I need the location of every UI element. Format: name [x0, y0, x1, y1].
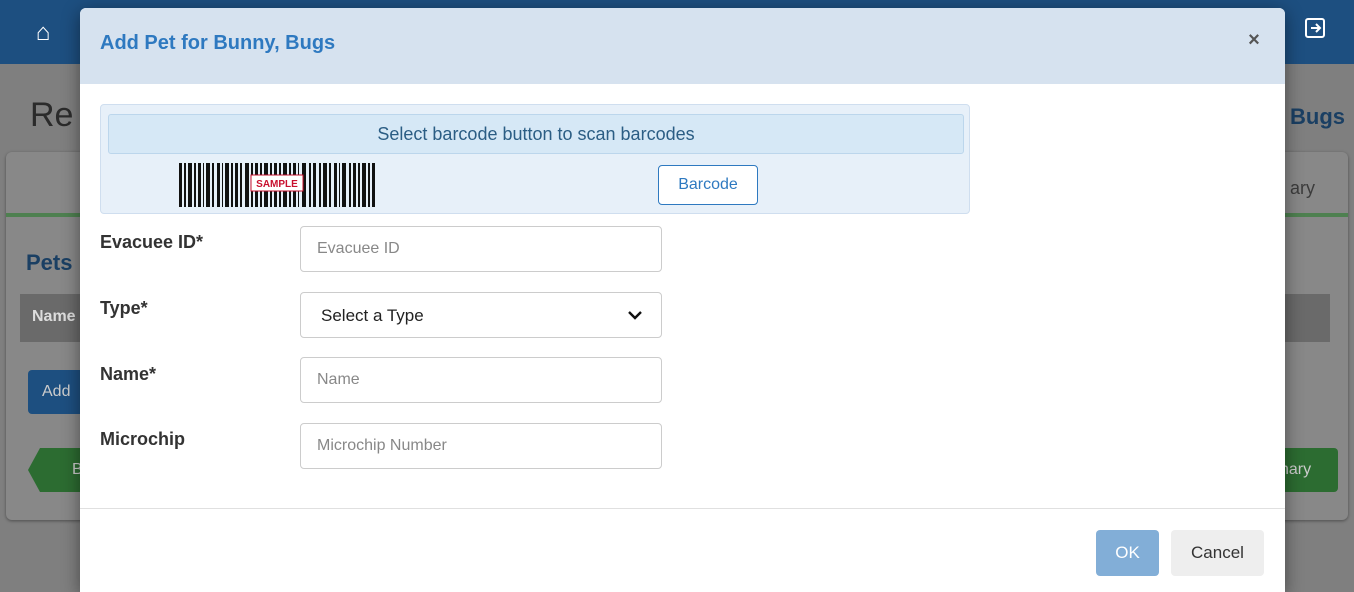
- microchip-label: Microchip: [100, 429, 186, 449]
- exit-icon-svg: [1305, 18, 1325, 38]
- back-button[interactable]: B: [28, 448, 88, 492]
- cancel-button[interactable]: Cancel: [1171, 530, 1264, 576]
- type-label: Type*: [100, 298, 148, 318]
- name-input[interactable]: [300, 357, 662, 403]
- close-icon[interactable]: ×: [1240, 26, 1268, 54]
- add-pet-button[interactable]: Add: [28, 370, 88, 414]
- ok-button[interactable]: OK: [1096, 530, 1159, 576]
- type-select[interactable]: Select a Type: [300, 292, 662, 338]
- dialog-header: Add Pet for Bunny, Bugs ×: [80, 8, 1285, 84]
- home-icon[interactable]: ⌂: [24, 18, 62, 50]
- barcode-instructions: Select barcode button to scan barcodes: [108, 114, 964, 154]
- pets-heading: Pets: [26, 250, 73, 275]
- barcode-sample-label: SAMPLE: [256, 179, 298, 190]
- footer-divider: [80, 508, 1285, 509]
- barcode-button[interactable]: Barcode: [658, 165, 758, 205]
- barcode-sample-image: SAMPLE: [179, 163, 375, 207]
- tab-summary[interactable]: ary: [1290, 178, 1315, 199]
- chevron-down-icon: [628, 311, 642, 320]
- add-pet-dialog: Add Pet for Bunny, Bugs × Select barcode…: [80, 8, 1285, 592]
- evacuee-name-heading: Bugs: [1290, 104, 1345, 129]
- exit-icon[interactable]: [1298, 16, 1332, 48]
- evacuee-id-input[interactable]: [300, 226, 662, 272]
- dialog-title: Add Pet for Bunny, Bugs: [100, 32, 336, 54]
- table-header-name: Name: [32, 308, 76, 325]
- evacuee-id-label: Evacuee ID*: [100, 232, 204, 252]
- microchip-input[interactable]: [300, 423, 662, 469]
- barcode-panel: Select barcode button to scan barcodes S…: [100, 104, 970, 214]
- type-select-value: Select a Type: [321, 306, 424, 325]
- name-label: Name*: [100, 364, 157, 384]
- page-title: Re: [30, 96, 74, 134]
